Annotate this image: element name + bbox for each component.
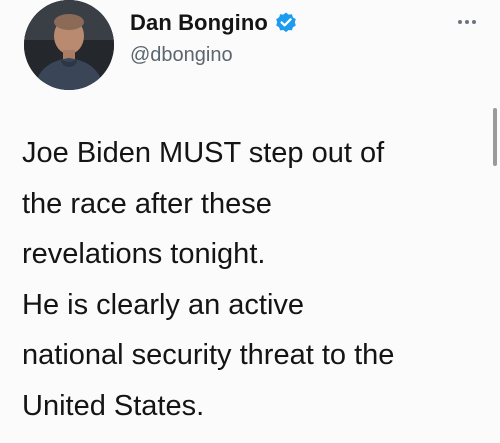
tweet-text-line: national security threat to the (22, 339, 395, 371)
author-handle[interactable]: @dbongino (130, 44, 233, 67)
tweet-text: Joe Biden MUST step out of the race afte… (22, 128, 492, 431)
avatar[interactable] (24, 0, 114, 90)
verified-badge-icon (274, 11, 298, 35)
tweet-text-line: Joe Biden MUST step out of (22, 137, 385, 169)
tweet-text-line: He is clearly an active (22, 288, 305, 321)
tweet-text-line: revelations tonight. (22, 238, 266, 270)
profile-photo-icon (24, 0, 114, 90)
tweet-text-line: United States. (22, 389, 205, 422)
more-horizontal-icon (472, 20, 476, 24)
tweet-card: Dan Bongino @dbongino Joe Biden MUST ste… (0, 0, 500, 443)
scrollbar[interactable] (493, 108, 497, 166)
more-options-button[interactable] (452, 12, 482, 32)
author-name-row: Dan Bongino (130, 10, 298, 36)
more-horizontal-icon (458, 20, 462, 24)
tweet-text-line: the race after these (22, 187, 272, 220)
author-display-name[interactable]: Dan Bongino (130, 10, 268, 36)
more-horizontal-icon (465, 20, 469, 24)
